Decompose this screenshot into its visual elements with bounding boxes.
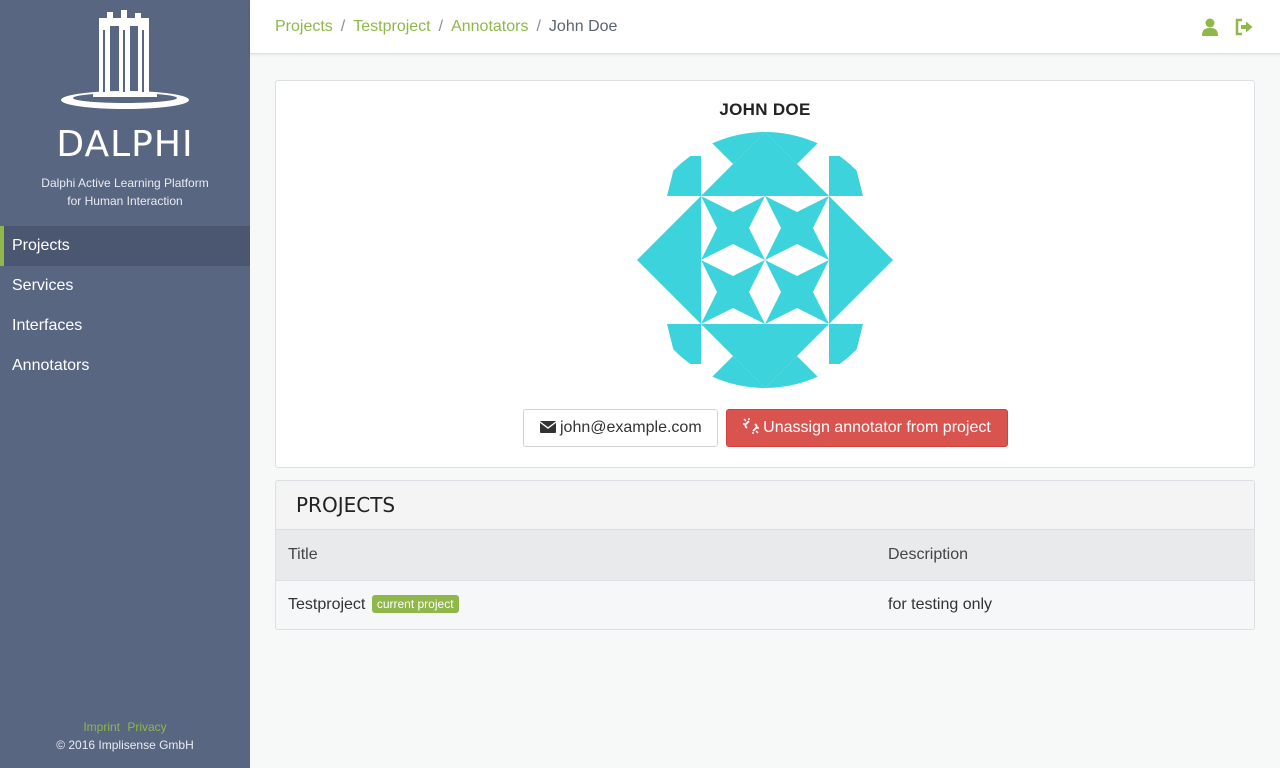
breadcrumb-testproject[interactable]: Testproject [353, 18, 430, 35]
project-description: for testing only [876, 580, 1254, 629]
email-label: john@example.com [560, 419, 702, 436]
breadcrumb: Projects / Testproject / Annotators / John Doe [275, 0, 617, 54]
email-button[interactable]: john@example.com [523, 409, 718, 447]
tagline-line1: Dalphi Active Learning Platform [41, 176, 209, 190]
table-row[interactable]: Testproject current project for testing … [276, 580, 1254, 629]
copyright-text: © 2016 Implisense GmbH [56, 738, 194, 752]
column-header-description: Description [876, 530, 1254, 581]
sidebar-footer: Imprint Privacy © 2016 Implisense GmbH [0, 720, 250, 752]
sidebar-item-services[interactable]: Services [0, 266, 250, 306]
breadcrumb-separator: / [536, 18, 541, 35]
top-header: Projects / Testproject / Annotators / John Doe [250, 0, 1280, 54]
footer-links: Imprint Privacy [0, 720, 250, 734]
project-title[interactable]: Testproject [288, 596, 365, 613]
privacy-link[interactable]: Privacy [127, 720, 166, 734]
breadcrumb-current: John Doe [548, 18, 618, 35]
current-project-badge: current project [371, 595, 459, 614]
breadcrumb-projects[interactable]: Projects [275, 18, 333, 35]
breadcrumb-annotators[interactable]: Annotators [451, 18, 528, 35]
breadcrumb-separator: / [340, 18, 346, 35]
unassign-annotator-button[interactable]: Unassign annotator from project [726, 409, 1008, 447]
tagline-line2: for Human Interaction [67, 194, 183, 208]
projects-panel: PROJECTS Title Description Testproject c… [275, 480, 1255, 630]
dalphi-logo [55, 8, 195, 112]
brand-tagline: Dalphi Active Learning Platform for Huma… [20, 174, 230, 210]
identicon-avatar [637, 132, 893, 388]
unlink-icon [743, 418, 760, 434]
user-icon[interactable] [1200, 17, 1220, 37]
column-header-title: Title [276, 530, 876, 581]
unassign-label: Unassign annotator from project [763, 419, 991, 436]
sidebar-nav: Projects Services Interfaces Annotators [0, 226, 250, 386]
header-actions [1200, 17, 1254, 37]
sidebar-item-projects[interactable]: Projects [0, 226, 250, 266]
project-title-cell: Testproject current project [276, 580, 876, 629]
imprint-link[interactable]: Imprint [83, 720, 120, 734]
sidebar-item-interfaces[interactable]: Interfaces [0, 306, 250, 346]
sidebar-item-annotators[interactable]: Annotators [0, 346, 250, 386]
breadcrumb-separator: / [438, 18, 444, 35]
sidebar: DALPHI Dalphi Active Learning Platform f… [0, 0, 250, 768]
projects-table: Title Description Testproject current pr… [276, 530, 1254, 629]
annotator-name: JOHN DOE [719, 100, 811, 119]
projects-panel-title: PROJECTS [276, 481, 1254, 530]
sign-out-icon[interactable] [1234, 17, 1254, 37]
brand-title: DALPHI [56, 124, 194, 165]
table-header-row: Title Description [276, 530, 1254, 581]
envelope-icon [539, 421, 557, 433]
